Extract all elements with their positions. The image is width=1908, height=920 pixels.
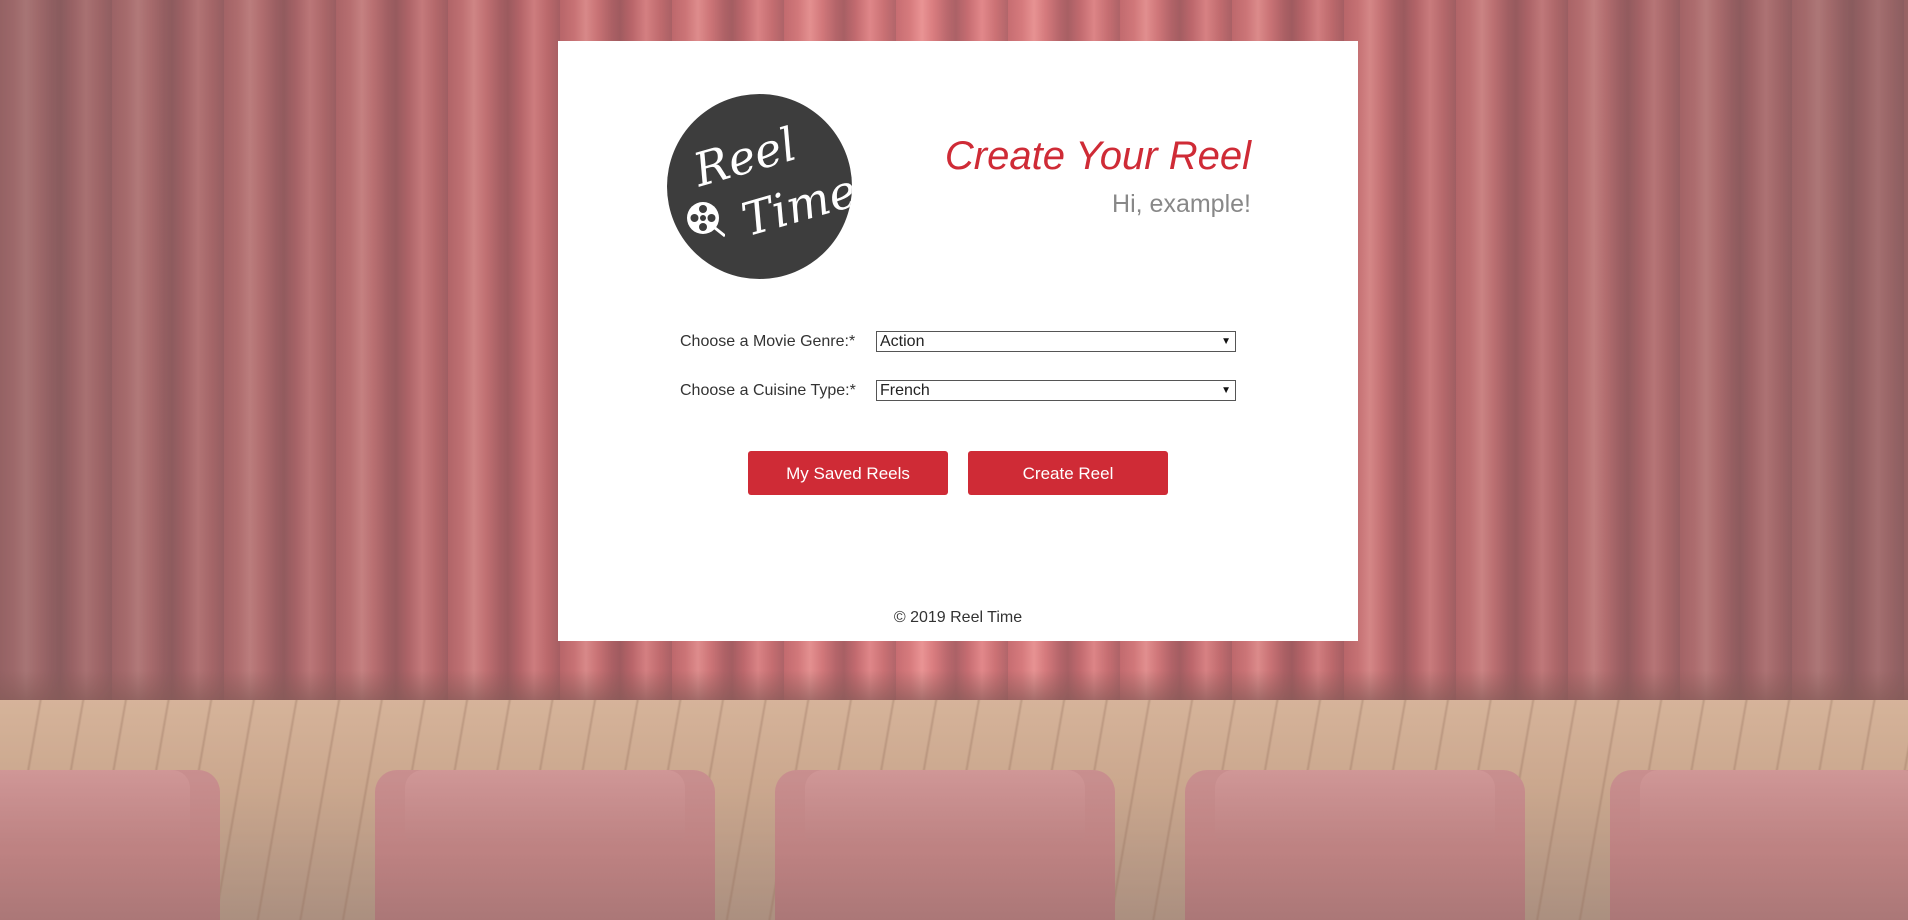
reel-time-logo: Reel Time (667, 94, 852, 279)
cuisine-row: Choose a Cuisine Type:* French ▼ (558, 380, 1358, 404)
page-title: Create Your Reel (944, 134, 1251, 178)
cuisine-selected-value: French (880, 382, 930, 399)
cuisine-label: Choose a Cuisine Type:* (680, 382, 856, 399)
genre-selected-value: Action (880, 333, 925, 350)
user-greeting: Hi, example! (1112, 190, 1251, 218)
my-saved-reels-button[interactable]: My Saved Reels (748, 451, 948, 495)
create-reel-panel: Reel Time Create Your Reel Hi, example! … (558, 41, 1358, 641)
genre-select[interactable]: Action ▼ (876, 331, 1236, 352)
genre-row: Choose a Movie Genre:* Action ▼ (558, 331, 1358, 355)
chevron-down-icon: ▼ (1221, 336, 1231, 347)
chevron-down-icon: ▼ (1221, 385, 1231, 396)
create-reel-button[interactable]: Create Reel (968, 451, 1168, 495)
genre-label: Choose a Movie Genre:* (680, 333, 856, 350)
footer-copyright: © 2019 Reel Time (893, 609, 1023, 626)
cuisine-select[interactable]: French ▼ (876, 380, 1236, 401)
film-reel-icon (687, 202, 725, 238)
